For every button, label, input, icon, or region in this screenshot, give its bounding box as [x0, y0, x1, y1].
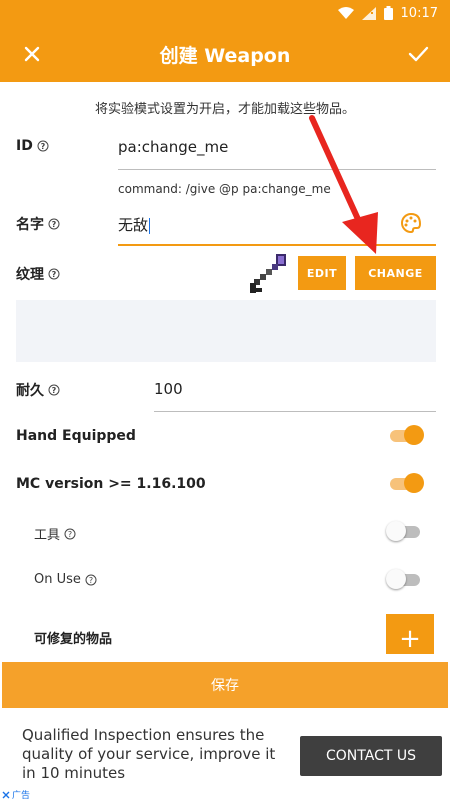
- on-use-label: On Use ?: [34, 572, 97, 587]
- tool-toggle[interactable]: [386, 520, 422, 542]
- hand-equipped-toggle[interactable]: [388, 424, 424, 446]
- texture-label-text: 纹理: [16, 267, 44, 283]
- help-icon[interactable]: ?: [85, 574, 97, 586]
- id-label: ID ?: [16, 138, 49, 154]
- hand-equipped-label: Hand Equipped: [16, 428, 136, 444]
- command-hint: command: /give @p pa:change_me: [118, 182, 331, 196]
- svg-text:?: ?: [89, 576, 93, 585]
- ad-close-icon[interactable]: [2, 791, 10, 799]
- tool-label: 工具 ?: [34, 524, 76, 543]
- add-repair-item-button[interactable]: +: [386, 614, 434, 654]
- toggle-knob: [404, 425, 424, 445]
- help-icon[interactable]: ?: [48, 218, 60, 230]
- close-icon[interactable]: [18, 40, 46, 68]
- ad-badge[interactable]: 广告: [2, 788, 30, 801]
- svg-text:?: ?: [52, 270, 57, 279]
- svg-text:?: ?: [52, 220, 57, 229]
- battery-icon: [383, 6, 393, 20]
- help-icon[interactable]: ?: [64, 528, 76, 540]
- weapon-texture-icon: [246, 252, 290, 300]
- ad-contact-button[interactable]: CONTACT US: [300, 736, 442, 776]
- on-use-label-text: On Use: [34, 572, 81, 587]
- status-bar: 10:17: [0, 0, 450, 26]
- help-icon[interactable]: ?: [48, 268, 60, 280]
- id-label-text: ID: [16, 138, 33, 154]
- name-label-text: 名字: [16, 217, 44, 233]
- app-bar: 创建 Weapon: [0, 26, 450, 82]
- ad-banner: Qualified Inspection ensures the quality…: [0, 710, 450, 801]
- svg-text:?: ?: [41, 142, 46, 151]
- toggle-knob: [386, 569, 406, 589]
- edit-texture-button[interactable]: EDIT: [298, 256, 346, 290]
- tool-label-text: 工具: [34, 528, 61, 543]
- texture-label: 纹理 ?: [16, 264, 60, 284]
- status-time: 10:17: [400, 5, 438, 21]
- page-title: 创建 Weapon: [159, 44, 291, 67]
- durability-label-text: 耐久: [16, 383, 44, 399]
- svg-text:?: ?: [68, 530, 72, 539]
- name-input-value: 无敌: [118, 216, 149, 234]
- signal-icon: [361, 6, 376, 20]
- texture-preview-area: [16, 300, 436, 362]
- help-icon[interactable]: ?: [48, 384, 60, 396]
- ad-badge-text: 广告: [12, 791, 31, 801]
- svg-text:?: ?: [52, 386, 57, 395]
- repairable-items-label: 可修复的物品: [34, 632, 113, 647]
- mc-version-label: MC version >= 1.16.100: [16, 476, 206, 492]
- name-label: 名字 ?: [16, 214, 60, 234]
- palette-icon[interactable]: [400, 212, 422, 238]
- check-icon[interactable]: [404, 40, 432, 68]
- wifi-icon: [337, 6, 354, 20]
- help-icon[interactable]: ?: [37, 140, 49, 152]
- save-button[interactable]: 保存: [2, 662, 448, 708]
- mc-version-toggle[interactable]: [388, 472, 424, 494]
- on-use-toggle[interactable]: [386, 568, 422, 590]
- toggle-knob: [404, 473, 424, 493]
- durability-label: 耐久 ?: [16, 380, 60, 400]
- ad-text: Qualified Inspection ensures the quality…: [22, 726, 276, 782]
- experimental-notice: 将实验模式设置为开启，才能加载这些物品。: [94, 102, 355, 117]
- id-input[interactable]: pa:change_me: [118, 138, 436, 170]
- durability-input[interactable]: 100: [154, 380, 436, 412]
- toggle-knob: [386, 521, 406, 541]
- text-cursor: [149, 217, 151, 234]
- name-input[interactable]: 无敌: [118, 214, 436, 246]
- change-texture-button[interactable]: CHANGE: [355, 256, 436, 290]
